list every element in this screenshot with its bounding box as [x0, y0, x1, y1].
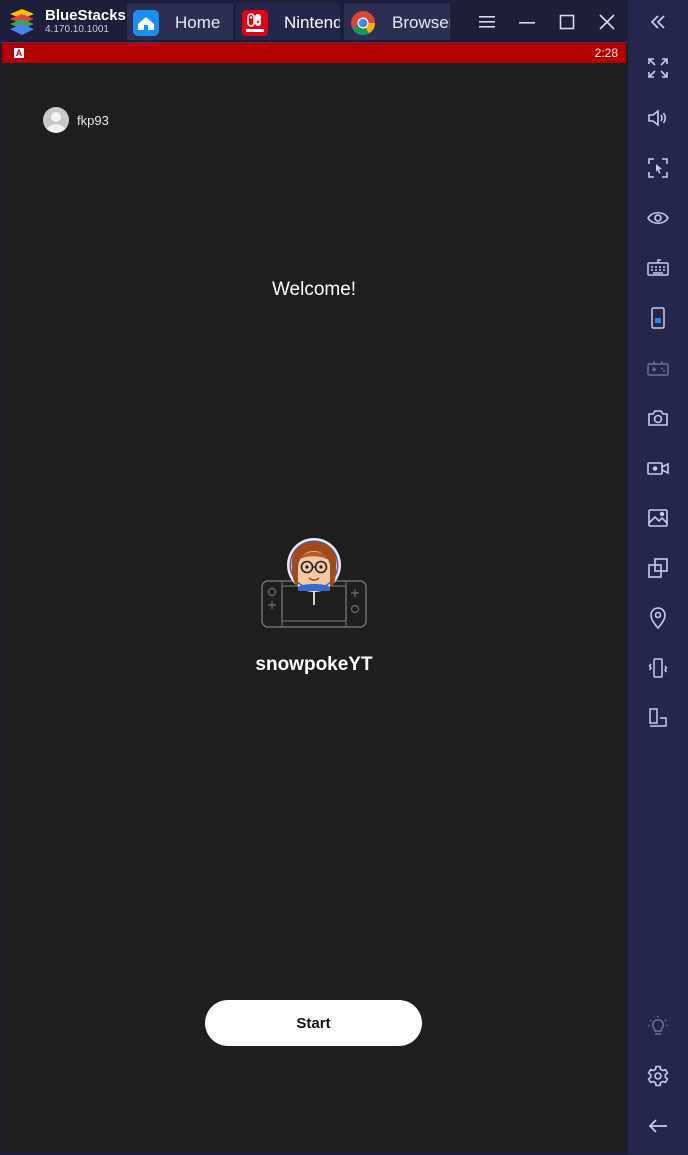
gamepad-button[interactable] — [643, 353, 673, 383]
switch-console-mii-icon — [261, 538, 367, 628]
fullscreen-icon — [648, 58, 668, 78]
volume-icon — [648, 109, 667, 127]
app-version: 4.170.10.1001 — [45, 24, 109, 35]
tab-browser[interactable]: Browser — [344, 3, 450, 40]
location-icon — [650, 607, 666, 630]
keyboard-button[interactable] — [643, 253, 673, 283]
camera-icon — [648, 410, 668, 426]
welcome-heading: Welcome! — [271, 279, 357, 300]
close-button[interactable] — [593, 8, 621, 36]
account-username[interactable]: fkp93 — [77, 113, 109, 128]
collapse-sidebar-icon — [650, 15, 665, 29]
gamepad-icon — [647, 361, 669, 376]
settings-icon — [647, 1065, 669, 1087]
status-time: 2:28 — [594, 46, 618, 60]
back-button[interactable] — [643, 1111, 673, 1141]
resize-button[interactable] — [643, 703, 673, 733]
location-button[interactable] — [643, 603, 673, 633]
app-name: BlueStacks — [45, 7, 126, 24]
menu-button[interactable] — [473, 8, 501, 36]
media-manager-button[interactable] — [643, 503, 673, 533]
shake-icon — [648, 658, 668, 678]
eye-icon — [647, 211, 669, 225]
menu-icon — [479, 16, 495, 28]
collapse-sidebar-button[interactable] — [643, 7, 673, 37]
minimize-icon — [519, 22, 535, 24]
fullscreen-button[interactable] — [643, 53, 673, 83]
phone-rotate-button[interactable] — [643, 303, 673, 333]
maximize-icon — [559, 14, 575, 30]
bluestacks-logo — [10, 9, 34, 35]
shake-button[interactable] — [643, 653, 673, 683]
tab-nintendo-switch-online[interactable]: Nintendo Switch Online — [236, 3, 340, 40]
lock-cursor-icon — [648, 158, 668, 178]
lock-cursor-button[interactable] — [643, 153, 673, 183]
settings-button[interactable] — [643, 1061, 673, 1091]
multi-instance-button[interactable] — [643, 553, 673, 583]
close-icon — [599, 14, 615, 30]
tab-browser-label: Browser — [392, 13, 450, 32]
resize-icon — [649, 708, 667, 727]
volume-button[interactable] — [643, 103, 673, 133]
minimize-button[interactable] — [513, 8, 541, 36]
tab-nintendo-label: Nintendo Switch Online — [284, 13, 340, 32]
tab-home-label: Home — [175, 13, 221, 32]
start-button[interactable]: Start — [205, 1000, 422, 1046]
media-icon — [648, 509, 668, 527]
record-video-icon — [647, 462, 669, 475]
chrome-icon — [351, 11, 375, 36]
tips-button[interactable] — [643, 1011, 673, 1041]
bulb-icon — [648, 1016, 668, 1035]
tab-home[interactable]: Home — [127, 3, 233, 40]
eye-button[interactable] — [643, 203, 673, 233]
phone-rotate-icon — [651, 307, 665, 329]
screenshot-button[interactable] — [643, 403, 673, 433]
account-avatar-icon[interactable] — [43, 107, 69, 133]
notification-icon: A — [14, 48, 24, 58]
record-video-button[interactable] — [643, 453, 673, 483]
android-screen[interactable]: A 2:28 fkp93 Welcome! snowpokeYT Start — [2, 43, 626, 1152]
status-bar: A 2:28 — [2, 43, 626, 63]
back-icon — [648, 1119, 667, 1133]
keyboard-icon — [647, 259, 669, 276]
title-bar: BlueStacks 4.170.10.1001 Home Nintendo S… — [0, 0, 688, 43]
mii-name: snowpokeYT — [255, 654, 373, 675]
multi-instance-icon — [648, 558, 668, 578]
home-icon — [133, 10, 159, 36]
right-sidebar — [628, 0, 688, 1155]
nintendo-switch-online-icon — [242, 10, 268, 36]
maximize-button[interactable] — [553, 8, 581, 36]
